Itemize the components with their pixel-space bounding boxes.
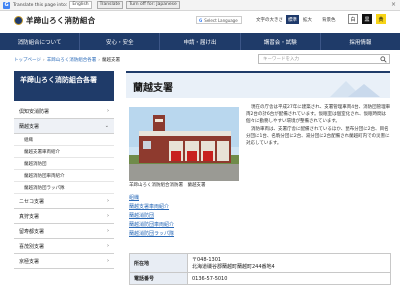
phone-value: 0136-57-5010 bbox=[187, 272, 391, 285]
link-trumpet-corps[interactable]: 蘭越消防団ラッパ隊 bbox=[129, 230, 174, 239]
turn-off-button[interactable]: Turn off for: Japanese bbox=[126, 1, 180, 9]
breadcrumb-separator: › bbox=[98, 58, 101, 63]
site-title: 羊蹄山ろく消防組合 bbox=[26, 16, 96, 25]
breadcrumb-home[interactable]: トップページ bbox=[14, 58, 41, 63]
site-logo[interactable]: 羊蹄山ろく消防組合 bbox=[14, 15, 95, 26]
google-icon: G bbox=[199, 17, 203, 23]
link-fire-corps[interactable]: 蘭越消防団 bbox=[129, 212, 174, 221]
sidebar-subitem-fire-corps[interactable]: 蘭越消防団 bbox=[14, 158, 114, 170]
mountain-icon bbox=[330, 81, 380, 97]
chevron-right-icon: › bbox=[107, 243, 109, 249]
sidebar-item-kyogoku[interactable]: 京極支署 › bbox=[14, 254, 114, 269]
translate-bar: G Translate this page into: English Tran… bbox=[0, 0, 400, 11]
sidebar-item-kutchan[interactable]: 倶知安消防署 › bbox=[14, 104, 114, 119]
font-size-label: 文字の大きさ bbox=[256, 18, 283, 23]
fire-station-photo bbox=[129, 107, 239, 181]
sidebar-item-label: 京極支署 bbox=[19, 258, 40, 265]
select-language-widget[interactable]: G Select Language bbox=[196, 16, 242, 24]
keyword-search-placeholder: キーワードを入力 bbox=[263, 57, 299, 62]
language-select[interactable]: English bbox=[69, 1, 92, 9]
nav-item-applications[interactable]: 申請・届け出 bbox=[160, 33, 241, 50]
sidebar-item-rankoshi[interactable]: 蘭越支署 ⌄ bbox=[14, 119, 114, 134]
nav-item-safety[interactable]: 安心・安全 bbox=[80, 33, 161, 50]
nav-item-courses[interactable]: 講習会・試験 bbox=[241, 33, 321, 50]
description-paragraph: 現在の庁舎は平成27年に建築され、支署管理車両4台、消防団管理車両2台の計6台が… bbox=[246, 105, 391, 124]
address-label: 所在地 bbox=[129, 253, 188, 273]
sidebar-heading[interactable]: 羊蹄山ろく消防組合各署 bbox=[14, 71, 114, 101]
sidebar-item-niseko[interactable]: ニセコ支署 › bbox=[14, 194, 114, 209]
sidebar-subitem-organization[interactable]: 組織 bbox=[14, 134, 114, 146]
link-vehicles[interactable]: 蘭越支署車両紹介 bbox=[129, 203, 174, 212]
page-title-banner: 蘭越支署 bbox=[126, 71, 390, 98]
sidebar-item-label: 倶知安消防署 bbox=[19, 108, 50, 115]
close-icon[interactable]: × bbox=[391, 1, 396, 8]
fire-station-image bbox=[129, 107, 239, 181]
sidebar-item-label: 留寿都支署 bbox=[19, 228, 45, 235]
font-large-button[interactable]: 拡大 bbox=[301, 15, 314, 24]
font-standard-button[interactable]: 標準 bbox=[286, 15, 299, 24]
translate-prefix: Translate this page into: bbox=[13, 2, 68, 8]
bg-yellow-button[interactable]: 黄 bbox=[376, 14, 386, 24]
sidebar-item-label: 喜茂別支署 bbox=[19, 243, 45, 250]
address-cell: 〒048-1301 北海道磯谷郡蘭越町蘭越町244番地4 bbox=[187, 253, 391, 273]
related-links: 組織 蘭越支署車両紹介 蘭越消防団 蘭越消防団車両紹介 蘭越消防団ラッパ隊 bbox=[129, 194, 174, 239]
sidebar: 倶知安消防署 › 蘭越支署 ⌄ 組織 蘭越支署車両紹介 蘭越消防団 蘭越消防団車… bbox=[14, 104, 114, 269]
chevron-right-icon: › bbox=[107, 213, 109, 219]
page-title: 蘭越支署 bbox=[133, 83, 173, 94]
station-description: 現在の庁舎は平成27年に建築され、支署管理車両4台、消防団管理車両2台の計6台が… bbox=[246, 104, 391, 148]
description-paragraph: 消防車両は、支署庁舎に配備されているほか、昆布分団に2台、目名分団に1台、名駒分… bbox=[246, 127, 390, 146]
sidebar-item-rusutsu[interactable]: 留寿都支署 › bbox=[14, 224, 114, 239]
chevron-down-icon: ⌄ bbox=[104, 123, 109, 129]
chevron-right-icon: › bbox=[107, 108, 109, 114]
bg-white-button[interactable]: 白 bbox=[348, 14, 358, 24]
photo-caption: 羊蹄山ろく消防組合消防署 蘭越支署 bbox=[129, 183, 206, 188]
bg-black-button[interactable]: 黒 bbox=[362, 14, 372, 24]
breadcrumb-parent[interactable]: 羊蹄山ろく消防組合各署 bbox=[47, 58, 97, 63]
search-icon[interactable] bbox=[380, 56, 387, 63]
chevron-right-icon: › bbox=[107, 198, 109, 204]
sidebar-subitem-vehicles[interactable]: 蘭越支署車両紹介 bbox=[14, 146, 114, 158]
sidebar-subitem-trumpet-corps[interactable]: 蘭越消防団ラッパ隊 bbox=[14, 182, 114, 194]
postal-code: 〒048-1301 bbox=[192, 257, 222, 263]
breadcrumb-separator: › bbox=[42, 58, 45, 63]
sidebar-item-label: ニセコ支署 bbox=[19, 198, 45, 205]
table-row: 電話番号 0136-57-5010 bbox=[129, 272, 391, 285]
translate-button[interactable]: Translate bbox=[96, 1, 123, 9]
chevron-right-icon: › bbox=[107, 228, 109, 234]
global-nav: 消防組合について 安心・安全 申請・届け出 講習会・試験 採用情報 bbox=[0, 33, 400, 50]
link-organization[interactable]: 組織 bbox=[129, 194, 174, 203]
chevron-right-icon: › bbox=[107, 258, 109, 264]
phone-label: 電話番号 bbox=[129, 272, 188, 285]
breadcrumb-current: 蘭越支署 bbox=[102, 58, 121, 63]
sidebar-item-kimobetsu[interactable]: 喜茂別支署 › bbox=[14, 239, 114, 254]
sidebar-subitem-corps-vehicles[interactable]: 蘭越消防団車両紹介 bbox=[14, 170, 114, 182]
site-header: 羊蹄山ろく消防組合 G Select Language 文字の大きさ 標準 拡大… bbox=[0, 11, 400, 33]
address-value: 北海道磯谷郡蘭越町蘭越町244番地4 bbox=[192, 264, 275, 270]
google-translate-icon: G bbox=[3, 1, 10, 9]
select-language-label: Select Language bbox=[204, 17, 238, 23]
nav-item-recruit[interactable]: 採用情報 bbox=[321, 33, 400, 50]
emblem-icon bbox=[14, 16, 23, 25]
table-row: 所在地 〒048-1301 北海道磯谷郡蘭越町蘭越町244番地4 bbox=[129, 253, 391, 273]
link-corps-vehicles[interactable]: 蘭越消防団車両紹介 bbox=[129, 221, 174, 230]
nav-item-about[interactable]: 消防組合について bbox=[0, 33, 81, 50]
station-info-table: 所在地 〒048-1301 北海道磯谷郡蘭越町蘭越町244番地4 電話番号 01… bbox=[129, 253, 391, 285]
sidebar-item-makkari[interactable]: 真狩支署 › bbox=[14, 209, 114, 224]
background-color-label: 背景色 bbox=[322, 18, 336, 23]
sidebar-item-label: 蘭越支署 bbox=[19, 123, 40, 130]
sidebar-item-label: 真狩支署 bbox=[19, 213, 40, 220]
breadcrumb: トップページ › 羊蹄山ろく消防組合各署 › 蘭越支署 bbox=[14, 57, 120, 63]
keyword-search-input[interactable]: キーワードを入力 bbox=[258, 54, 390, 64]
